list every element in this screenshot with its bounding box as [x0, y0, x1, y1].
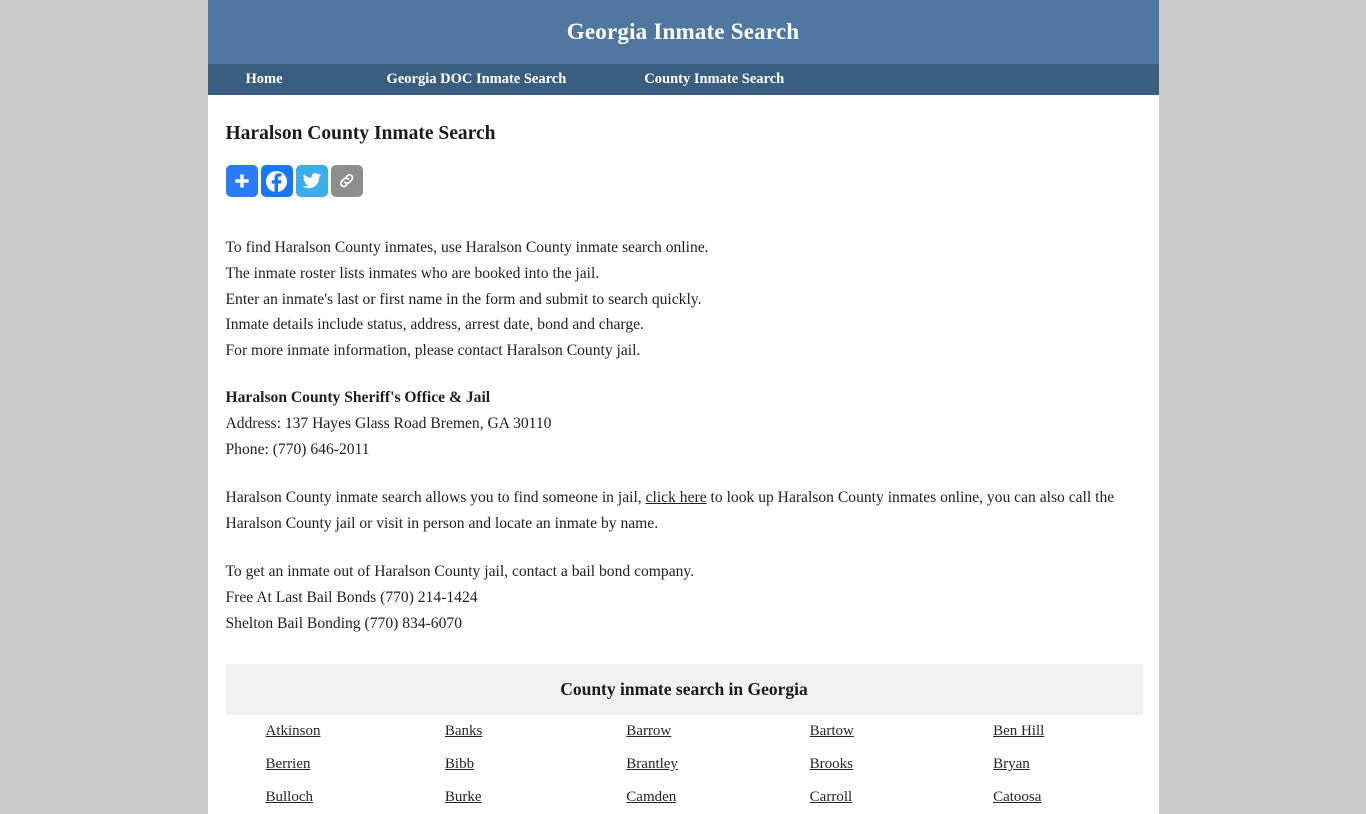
click-here-link[interactable]: click here — [646, 489, 707, 506]
table-row: Atkinson Banks Barrow Bartow Ben Hill — [226, 715, 1143, 748]
table-row: Bulloch Burke Camden Carroll Catoosa — [226, 781, 1143, 814]
county-link-carroll[interactable]: Carroll — [810, 789, 853, 805]
table-cell: Bryan — [959, 748, 1142, 781]
table-cell: Carroll — [776, 781, 959, 814]
intro-line: To find Haralson County inmates, use Har… — [225, 239, 709, 257]
county-link-bryan[interactable]: Bryan — [993, 756, 1030, 772]
county-table-caption: County inmate search in Georgia — [225, 664, 1143, 716]
county-link-banks[interactable]: Banks — [445, 723, 483, 739]
plus-icon — [233, 172, 251, 190]
county-table-body: Atkinson Banks Barrow Bartow Ben Hill Be… — [226, 715, 1143, 814]
jail-contact-block: Haralson County Sheriff's Office & Jail … — [226, 385, 1141, 462]
county-link-bibb[interactable]: Bibb — [445, 756, 474, 772]
inmate-lookup-paragraph: Haralson County inmate search allows you… — [226, 485, 1141, 536]
jail-name: Haralson County Sheriff's Office & Jail — [225, 389, 491, 407]
table-cell: Burke — [409, 781, 592, 814]
lookup-text-before: Haralson County inmate search allows you… — [225, 489, 646, 507]
county-link-berrien[interactable]: Berrien — [266, 756, 311, 772]
twitter-share-button[interactable] — [295, 165, 328, 198]
intro-line: The inmate roster lists inmates who are … — [225, 264, 600, 282]
intro-line: For more inmate information, please cont… — [225, 341, 641, 359]
site-title: Georgia Inmate Search — [566, 19, 800, 44]
table-cell: Bulloch — [226, 781, 409, 814]
table-cell: Bartow — [776, 715, 959, 748]
page-title: Haralson County Inmate Search — [225, 123, 496, 144]
county-link-atkinson[interactable]: Atkinson — [266, 723, 321, 739]
nav-item-home[interactable]: Home — [246, 71, 283, 88]
table-cell: Bibb — [409, 748, 592, 781]
table-cell: Camden — [592, 781, 775, 814]
nav-item-county-inmate-search[interactable]: County Inmate Search — [644, 71, 784, 88]
bail-company: Shelton Bail Bonding (770) 834-6070 — [225, 614, 463, 632]
table-cell: Brooks — [776, 748, 959, 781]
county-inmate-search-table: County inmate search in Georgia Atkinson… — [225, 664, 1143, 814]
table-cell: Brantley — [592, 748, 775, 781]
table-cell: Banks — [409, 715, 592, 748]
table-cell: Atkinson — [226, 715, 409, 748]
table-cell: Catoosa — [959, 781, 1142, 814]
addthis-share-button[interactable] — [225, 165, 258, 198]
table-cell: Barrow — [592, 715, 775, 748]
county-link-bulloch[interactable]: Bulloch — [266, 789, 314, 805]
county-link-catoosa[interactable]: Catoosa — [993, 789, 1041, 805]
county-link-ben-hill[interactable]: Ben Hill — [993, 723, 1044, 739]
main-navigation: Home Georgia DOC Inmate Search County In… — [207, 64, 1159, 95]
county-link-brantley[interactable]: Brantley — [626, 756, 678, 772]
facebook-icon — [265, 170, 288, 193]
county-link-barrow[interactable]: Barrow — [626, 723, 671, 739]
intro-paragraph-block: To find Haralson County inmates, use Har… — [226, 235, 1141, 363]
table-row: Berrien Bibb Brantley Brooks Bryan — [226, 748, 1143, 781]
table-cell: Ben Hill — [959, 715, 1142, 748]
bail-company: Free At Last Bail Bonds (770) 214-1424 — [225, 588, 478, 606]
copy-link-icon — [337, 171, 357, 191]
county-link-burke[interactable]: Burke — [445, 789, 482, 805]
county-link-camden[interactable]: Camden — [626, 789, 676, 805]
table-cell: Berrien — [226, 748, 409, 781]
main-content: Haralson County Inmate Search To find Ha… — [208, 122, 1159, 814]
county-link-brooks[interactable]: Brooks — [810, 756, 853, 772]
county-link-bartow[interactable]: Bartow — [810, 723, 854, 739]
copy-link-button[interactable] — [330, 165, 363, 198]
page-container: Georgia Inmate Search Home Georgia DOC I… — [207, 0, 1159, 814]
twitter-icon — [302, 171, 322, 191]
site-header: Georgia Inmate Search — [207, 0, 1159, 64]
nav-item-georgia-doc-inmate-search[interactable]: Georgia DOC Inmate Search — [387, 71, 567, 88]
county-table-head: County inmate search in Georgia — [225, 664, 1143, 716]
bail-bonds-block: To get an inmate out of Haralson County … — [226, 559, 1141, 636]
jail-phone: Phone: (770) 646-2011 — [225, 440, 370, 458]
county-table-caption-row: County inmate search in Georgia — [225, 664, 1143, 716]
jail-address: Address: 137 Hayes Glass Road Bremen, GA… — [225, 414, 552, 432]
intro-line: Enter an inmate's last or first name in … — [225, 290, 702, 308]
share-button-row — [225, 165, 1141, 198]
bail-intro: To get an inmate out of Haralson County … — [225, 563, 695, 581]
intro-line: Inmate details include status, address, … — [225, 316, 644, 334]
facebook-share-button[interactable] — [260, 165, 293, 198]
